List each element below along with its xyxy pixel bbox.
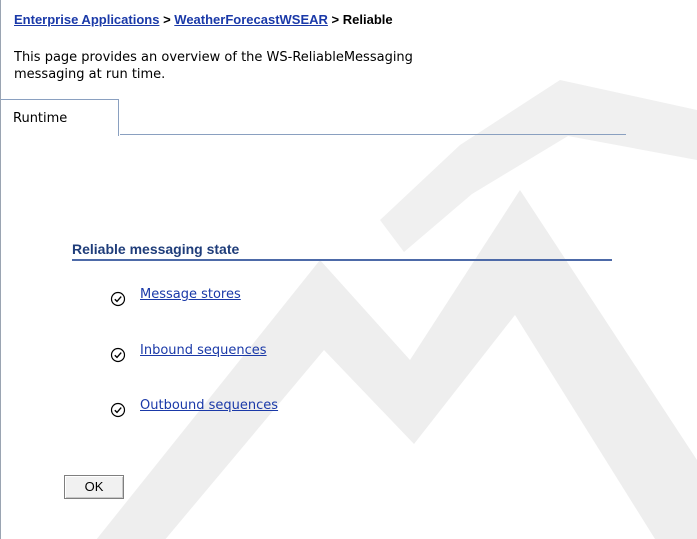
check-circle-icon xyxy=(110,291,126,307)
message-stores-link[interactable]: Message stores xyxy=(140,287,241,303)
section-title: Reliable messaging state xyxy=(72,241,240,257)
breadcrumb-link-enterprise-applications[interactable]: Enterprise Applications xyxy=(14,12,159,27)
tab-bar-divider xyxy=(120,134,626,135)
page-left-border xyxy=(0,0,1,539)
tab-runtime-label: Runtime xyxy=(13,111,68,126)
breadcrumb-separator: > xyxy=(163,12,171,27)
page-description: This page provides an overview of the WS… xyxy=(14,49,612,83)
breadcrumb: Enterprise Applications > WeatherForecas… xyxy=(14,11,612,29)
inbound-sequences-link[interactable]: Inbound sequences xyxy=(140,343,267,359)
page-content: Enterprise Applications > WeatherForecas… xyxy=(1,0,626,539)
description-line-2: messaging at run time. xyxy=(14,67,166,82)
check-circle-icon xyxy=(110,402,126,418)
outbound-sequences-link[interactable]: Outbound sequences xyxy=(140,398,278,414)
description-line-1: This page provides an overview of the WS… xyxy=(14,50,413,65)
ok-button[interactable]: OK xyxy=(64,475,124,499)
tab-runtime[interactable]: Runtime xyxy=(1,99,119,136)
tab-bar: Runtime xyxy=(0,98,626,136)
section-divider xyxy=(72,259,612,261)
breadcrumb-link-application[interactable]: WeatherForecastWSEAR xyxy=(174,12,328,27)
breadcrumb-current: Reliable xyxy=(342,12,393,27)
breadcrumb-separator: > xyxy=(331,12,340,27)
check-circle-icon xyxy=(110,347,126,363)
